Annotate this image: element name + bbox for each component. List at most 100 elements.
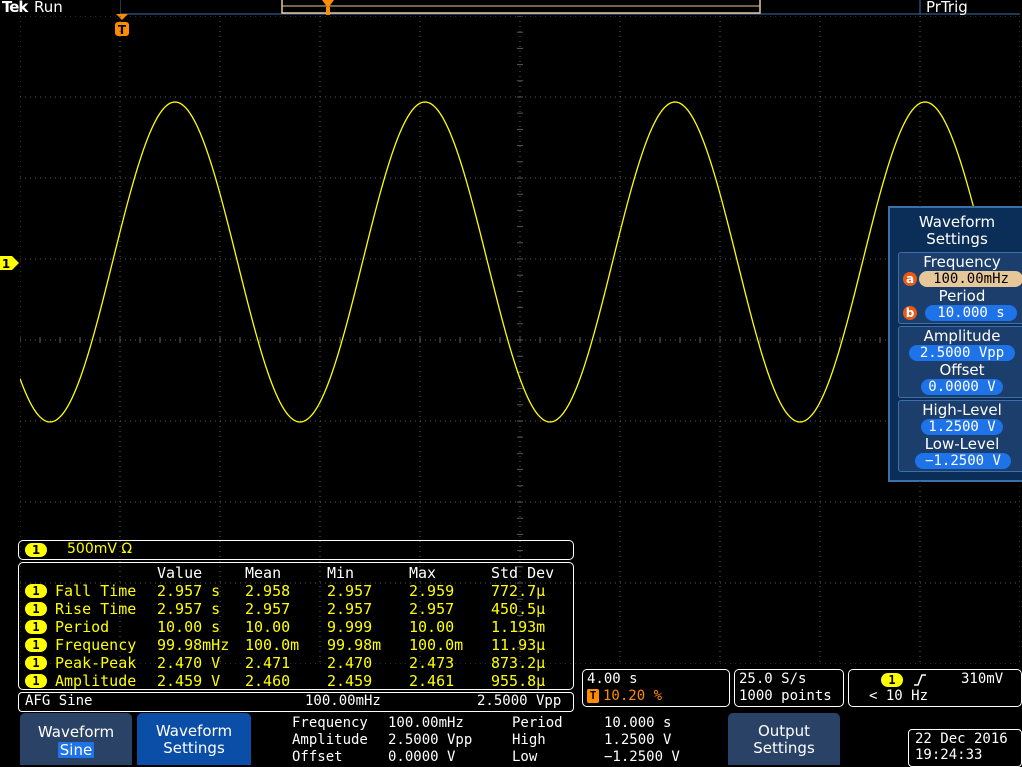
output-settings-line1: Output — [757, 722, 811, 740]
afg-status-bar: AFG Sine 100.00mHz 2.5000 Vpp — [18, 692, 574, 712]
top-status-bar: Tek Run PrTrig — [0, 0, 1022, 16]
measurement-channel-badge: 1 — [25, 620, 47, 634]
measurement-value: 10.00 s — [157, 618, 221, 636]
measurement-name: Peak-Peak — [55, 654, 137, 672]
measurement-channel-badge: 1 — [25, 674, 47, 688]
output-settings-line2: Settings — [753, 739, 815, 757]
measurement-min: 99.98m — [327, 636, 382, 654]
measurement-row[interactable]: 1 Amplitude 2.459 V 2.460 2.459 2.461 955.8µ — [19, 672, 573, 690]
measurement-row[interactable]: 1 Rise Time 2.957 s 2.957 2.957 2.957 450.5µ — [19, 600, 573, 618]
measurement-mean: 2.471 — [245, 654, 291, 672]
param-high-value: 1.2500 V — [604, 732, 672, 748]
param-amplitude-label: Amplitude — [292, 732, 368, 748]
waveform-settings-button[interactable]: Waveform Settings — [137, 713, 251, 765]
measurement-channel-badge: 1 — [25, 638, 47, 652]
time: 19:24:33 — [915, 747, 983, 763]
timebase-box[interactable]: 4.00 s T 10.20 % — [582, 669, 730, 707]
measurement-name: Period — [55, 618, 110, 636]
param-frequency-label: Frequency — [292, 715, 368, 731]
param-period-value: 10.000 s — [604, 715, 672, 731]
low-level-value[interactable]: −1.2500 V — [915, 453, 1011, 469]
measurement-name: Amplitude — [55, 672, 137, 690]
measurement-row[interactable]: 1 Fall Time 2.957 s 2.958 2.957 2.959 772.7µ — [19, 582, 573, 600]
measurement-min: 9.999 — [327, 618, 373, 636]
side-menu-amplitude-offset[interactable]: Amplitude 2.5000 Vpp Offset 0.0000 V — [898, 326, 1022, 398]
measurement-name: Fall Time — [55, 582, 137, 600]
measurement-row[interactable]: 1 Peak-Peak 2.470 V 2.471 2.470 2.473 873.2µ — [19, 654, 573, 672]
frequency-value[interactable]: 100.00mHz — [919, 271, 1022, 287]
channel1-marker[interactable]: 1 — [0, 255, 20, 271]
channel-scale-bar[interactable]: 1 500mV Ω — [18, 540, 574, 560]
measurement-row[interactable]: 1 Frequency 99.98mHz 100.0m 99.98m 100.0m 11.9… — [19, 636, 573, 654]
waveform-type-button[interactable]: Waveform Sine — [20, 713, 132, 765]
measurement-row[interactable]: 1 Period 10.00 s 10.00 9.999 10.00 1.193m — [19, 618, 573, 636]
run-state: Run — [34, 0, 63, 16]
measurement-value: 99.98mHz — [157, 636, 230, 654]
afg-amplitude: 2.5000 Vpp — [477, 693, 562, 709]
measurement-min: 2.470 — [327, 654, 373, 672]
trigger-box[interactable]: 1 310mV < 10 Hz — [848, 669, 1022, 707]
side-menu-high-low[interactable]: High-Level 1.2500 V Low-Level −1.2500 V — [898, 400, 1022, 472]
measurement-header: Value Mean Min Max Std Dev — [19, 564, 573, 582]
measurement-std-dev: 450.5µ — [491, 600, 546, 618]
side-menu-frequency-period[interactable]: Frequency a 100.00mHz Period b 10.000 s — [898, 252, 1022, 324]
channel-scale: 500mV Ω — [67, 541, 133, 557]
rising-edge-icon — [914, 674, 926, 686]
param-low-label: Low — [512, 749, 538, 765]
trigger-mode: PrTrig — [926, 0, 968, 16]
measurement-value: 2.957 s — [157, 582, 221, 600]
acquisition-box[interactable]: 25.0 S/s 1000 points — [734, 669, 844, 707]
horizontal-scale: 4.00 s — [587, 671, 638, 687]
header-min: Min — [327, 564, 355, 582]
knob-a-icon: a — [903, 272, 917, 286]
measurement-std-dev: 11.93µ — [491, 636, 546, 654]
brand-logo: Tek — [2, 0, 28, 16]
side-menu: Waveform Settings Frequency a 100.00mHz … — [888, 206, 1022, 482]
measurement-mean: 100.0m — [245, 636, 300, 654]
param-amplitude-value: 2.5000 Vpp — [388, 732, 473, 748]
measurement-max: 2.957 — [409, 600, 455, 618]
record-view-bar — [120, 0, 1020, 15]
measurement-name: Rise Time — [55, 600, 137, 618]
expansion-point-icon — [322, 0, 334, 15]
header-max: Max — [409, 564, 437, 582]
afg-frequency: 100.00mHz — [305, 693, 381, 709]
measurement-mean: 2.958 — [245, 582, 291, 600]
amplitude-label: Amplitude — [923, 327, 1001, 345]
high-level-label: High-Level — [922, 401, 1002, 419]
measurement-value: 2.470 V — [157, 654, 221, 672]
afg-label: AFG Sine — [25, 693, 93, 709]
measurement-mean: 10.00 — [245, 618, 291, 636]
measurement-max: 2.461 — [409, 672, 455, 690]
waveform-label: Waveform — [37, 723, 115, 741]
waveform-settings-line1: Waveform — [155, 722, 233, 740]
measurement-min: 2.957 — [327, 600, 373, 618]
measurement-max: 2.959 — [409, 582, 455, 600]
afg-parameter-readout: Frequency 100.00mHz Amplitude 2.5000 Vpp… — [292, 715, 722, 765]
date-time-box[interactable]: 22 Dec 2016 19:24:33 — [908, 729, 1022, 767]
sample-rate: 25.0 S/s — [739, 671, 807, 687]
high-level-value[interactable]: 1.2500 V — [921, 419, 1003, 435]
header-value: Value — [157, 564, 203, 582]
offset-value[interactable]: 0.0000 V — [921, 379, 1003, 395]
scale-channel-badge: 1 — [25, 543, 47, 557]
channel1-marker-label: 1 — [2, 257, 10, 271]
output-settings-button[interactable]: Output Settings — [728, 713, 840, 765]
measurement-channel-badge: 1 — [25, 602, 47, 616]
measurement-mean: 2.460 — [245, 672, 291, 690]
trigger-position-icon: T — [587, 689, 599, 703]
measurement-min: 2.459 — [327, 672, 373, 690]
measurement-channel-badge: 1 — [25, 656, 47, 670]
measurement-std-dev: 873.2µ — [491, 654, 546, 672]
param-period-label: Period — [512, 715, 563, 731]
period-value[interactable]: 10.000 s — [925, 305, 1017, 321]
param-low-value: −1.2500 V — [604, 749, 680, 765]
frequency-label: Frequency — [923, 253, 1001, 271]
param-frequency-value: 100.00mHz — [388, 715, 464, 731]
measurement-mean: 2.957 — [245, 600, 291, 618]
measurement-panel[interactable]: Value Mean Min Max Std Dev 1 Fall Time 2.9… — [18, 562, 574, 690]
side-menu-title: Waveform Settings — [918, 213, 996, 248]
amplitude-value[interactable]: 2.5000 Vpp — [909, 345, 1015, 361]
param-high-label: High — [512, 732, 546, 748]
measurement-max: 10.00 — [409, 618, 455, 636]
